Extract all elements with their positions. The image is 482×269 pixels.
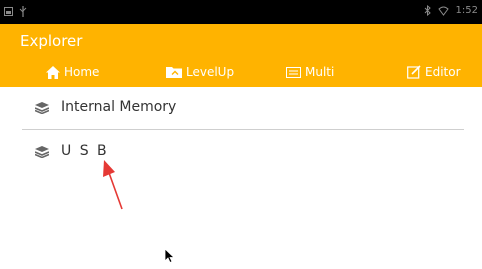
red-annotation-arrow xyxy=(103,160,123,210)
mouse-cursor-icon xyxy=(165,249,174,263)
